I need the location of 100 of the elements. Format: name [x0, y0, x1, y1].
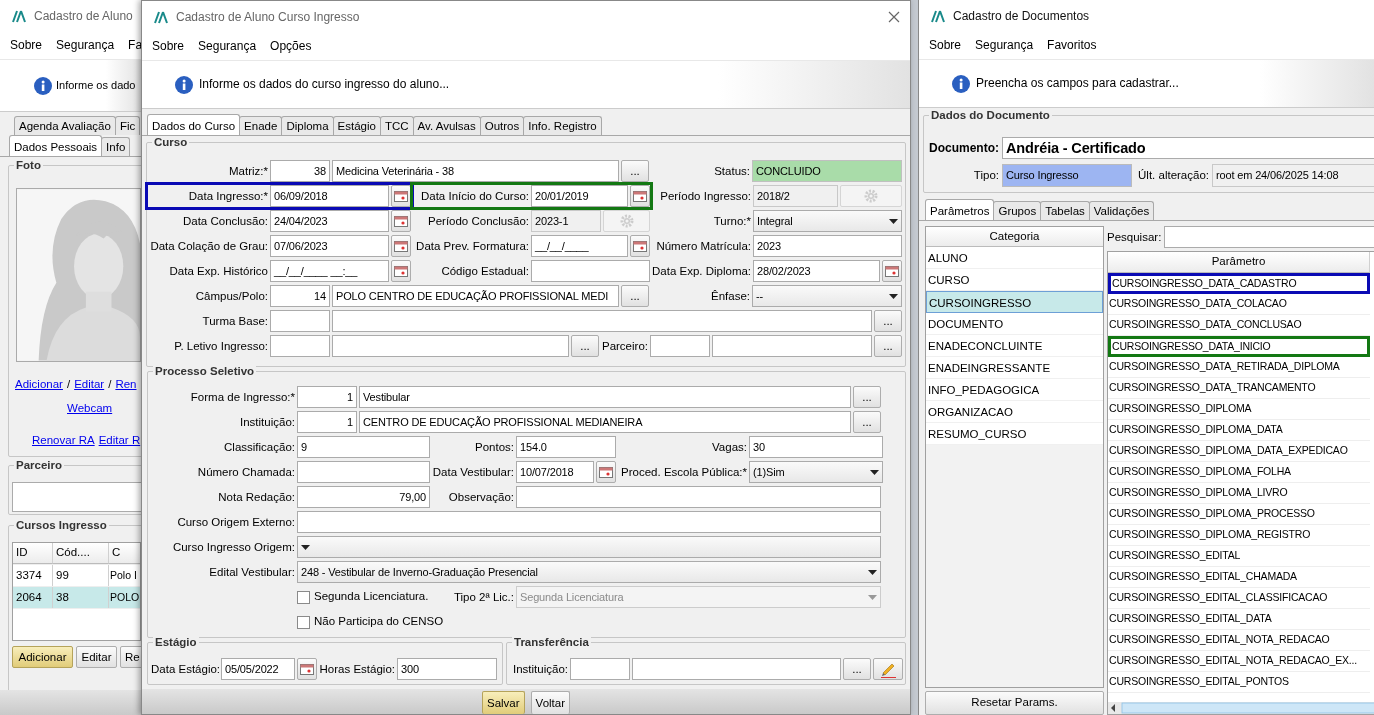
- tab[interactable]: Dados do Curso: [147, 114, 241, 135]
- text-field[interactable]: [332, 310, 872, 332]
- code-field[interactable]: 14: [270, 285, 330, 307]
- calendar-button[interactable]: [297, 658, 317, 680]
- tab[interactable]: Estágio: [332, 116, 381, 135]
- table-row[interactable]: CURSOINGRESSO_DATA_INICIO: [1108, 336, 1370, 357]
- table-row[interactable]: CURSOINGRESSO_EDITAL_NOTA_REDACAO: [1108, 630, 1370, 651]
- link[interactable]: Webcam: [67, 402, 113, 418]
- calendar-button[interactable]: [391, 235, 411, 257]
- tab[interactable]: Enade: [239, 116, 283, 135]
- column-header[interactable]: Categoria: [926, 227, 1103, 247]
- text-field[interactable]: [12, 482, 141, 512]
- list-item[interactable]: ENADECONCLUINTE: [926, 335, 1103, 357]
- column-header[interactable]: Cód....: [53, 543, 109, 564]
- list-item[interactable]: ENADEINGRESSANTE: [926, 357, 1103, 379]
- table-row[interactable]: CURSOINGRESSO_DIPLOMA_PROCESSO: [1108, 504, 1370, 525]
- table-row[interactable]: CURSOINGRESSO_DATA_CONCLUSAO: [1108, 315, 1370, 336]
- column-header[interactable]: ID: [13, 543, 53, 564]
- date-field[interactable]: 06/09/2018: [270, 185, 389, 207]
- lookup-button[interactable]: ...: [874, 335, 902, 357]
- table-row[interactable]: CURSOINGRESSO_EDITAL_CHAMADA: [1108, 567, 1370, 588]
- menu-item[interactable]: Segurança: [56, 38, 115, 53]
- list-item[interactable]: INFO_PEDAGOGICA: [926, 379, 1103, 401]
- text-field[interactable]: CENTRO DE EDUCAÇÃO PROFISSIONAL MEDIANEIRA: [359, 411, 851, 433]
- table-row[interactable]: CURSOINGRESSO_DATA_RETIRADA_DIPLOMA: [1108, 357, 1370, 378]
- text-field[interactable]: [712, 335, 872, 357]
- calendar-button[interactable]: [596, 461, 616, 483]
- lookup-button[interactable]: ...: [621, 285, 649, 307]
- table-row[interactable]: CURSOINGRESSO_DATA_TRANCAMENTO: [1108, 378, 1370, 399]
- code-field[interactable]: [570, 658, 630, 680]
- link[interactable]: Ren: [115, 378, 137, 394]
- code-field[interactable]: [270, 335, 330, 357]
- table-row[interactable]: CURSOINGRESSO_DIPLOMA_FOLHA: [1108, 462, 1370, 483]
- code-field[interactable]: [650, 335, 710, 357]
- tab[interactable]: Info. Registro: [523, 116, 602, 135]
- button[interactable]: Adicionar: [12, 646, 73, 668]
- table-row[interactable]: CURSOINGRESSO_DIPLOMA_DATA: [1108, 420, 1370, 441]
- text-field[interactable]: [531, 260, 650, 282]
- table-row[interactable]: CURSOINGRESSO_EDITAL_PONTOS: [1108, 672, 1370, 693]
- code-field[interactable]: [270, 310, 330, 332]
- table-row[interactable]: CURSOINGRESSO_DIPLOMA_DATA_EXPEDICAO: [1108, 441, 1370, 462]
- lookup-button[interactable]: ...: [571, 335, 599, 357]
- checkbox[interactable]: [297, 615, 310, 629]
- lookup-button[interactable]: ...: [853, 386, 881, 408]
- lookup-button[interactable]: ...: [843, 658, 871, 680]
- menu-item[interactable]: Favoritos: [1047, 38, 1097, 53]
- date-field[interactable]: 10/07/2018: [516, 461, 594, 483]
- table-row[interactable]: CURSOINGRESSO_EDITAL: [1108, 546, 1370, 567]
- date-field[interactable]: 05/05/2022: [221, 658, 295, 680]
- checkbox[interactable]: [297, 590, 310, 604]
- link[interactable]: Editar R: [98, 434, 141, 450]
- column-header[interactable]: C: [109, 543, 140, 564]
- text-field[interactable]: 2023: [753, 235, 902, 257]
- link[interactable]: Adicionar: [15, 378, 63, 394]
- text-field[interactable]: [332, 335, 569, 357]
- list-item[interactable]: CURSOINGRESSO: [926, 291, 1103, 313]
- list-item[interactable]: CURSO: [926, 269, 1103, 291]
- button[interactable]: Salvar: [482, 691, 525, 714]
- calendar-button[interactable]: [391, 260, 411, 282]
- table-row[interactable]: CURSOINGRESSO_DIPLOMA_REGISTRO: [1108, 525, 1370, 546]
- lookup-button[interactable]: ...: [621, 160, 649, 182]
- list-item[interactable]: ORGANIZACAO: [926, 401, 1103, 423]
- date-field[interactable]: 20/01/2019: [531, 185, 628, 207]
- gear-button[interactable]: [840, 185, 902, 207]
- date-field[interactable]: __/__/____: [531, 235, 628, 257]
- text-field[interactable]: 9: [297, 436, 430, 458]
- tab[interactable]: Outros: [479, 116, 525, 135]
- list-item[interactable]: DOCUMENTO: [926, 313, 1103, 335]
- table-row[interactable]: CURSOINGRESSO_EDITAL_DATA: [1108, 609, 1370, 630]
- calendar-button[interactable]: [630, 235, 650, 257]
- dropdown[interactable]: 248 - Vestibular de Inverno-Graduação Presencial: [297, 561, 881, 583]
- text-field[interactable]: [632, 658, 841, 680]
- text-field[interactable]: Andréia - Certificado: [1002, 137, 1374, 159]
- text-field[interactable]: [297, 511, 881, 533]
- table-row[interactable]: CURSOINGRESSO_DATA_CADASTRO: [1108, 273, 1370, 294]
- date-field[interactable]: 07/06/2023: [270, 235, 389, 257]
- calendar-button[interactable]: [391, 185, 411, 207]
- tab[interactable]: Info: [101, 137, 131, 156]
- tab[interactable]: Tabelas: [1040, 201, 1090, 220]
- tab[interactable]: Fic: [114, 116, 141, 135]
- calendar-button[interactable]: [391, 210, 411, 232]
- dropdown[interactable]: (1)Sim: [749, 461, 883, 483]
- table-row[interactable]: CURSOINGRESSO_DATA_COLACAO: [1108, 294, 1370, 315]
- edit-button[interactable]: [873, 658, 903, 680]
- search-field[interactable]: [1164, 226, 1374, 248]
- reset-button[interactable]: Resetar Params.: [925, 691, 1104, 715]
- tab[interactable]: Diploma: [281, 116, 334, 135]
- calendar-button[interactable]: [630, 185, 650, 207]
- tab[interactable]: Av. Avulsas: [412, 116, 481, 135]
- menu-item[interactable]: Segurança: [198, 39, 257, 54]
- table-row[interactable]: 2064 38 POLO: [13, 587, 140, 609]
- tab[interactable]: Agenda Avaliação: [14, 116, 116, 135]
- lookup-button[interactable]: ...: [874, 310, 902, 332]
- menu-item[interactable]: Sobre: [152, 39, 185, 54]
- link[interactable]: Editar: [74, 378, 105, 394]
- tab[interactable]: Parâmetros: [925, 199, 995, 220]
- list-item[interactable]: ALUNO: [926, 247, 1103, 269]
- dropdown[interactable]: --: [752, 285, 902, 307]
- text-field[interactable]: 154.0: [516, 436, 616, 458]
- link[interactable]: Renovar RA: [32, 434, 95, 450]
